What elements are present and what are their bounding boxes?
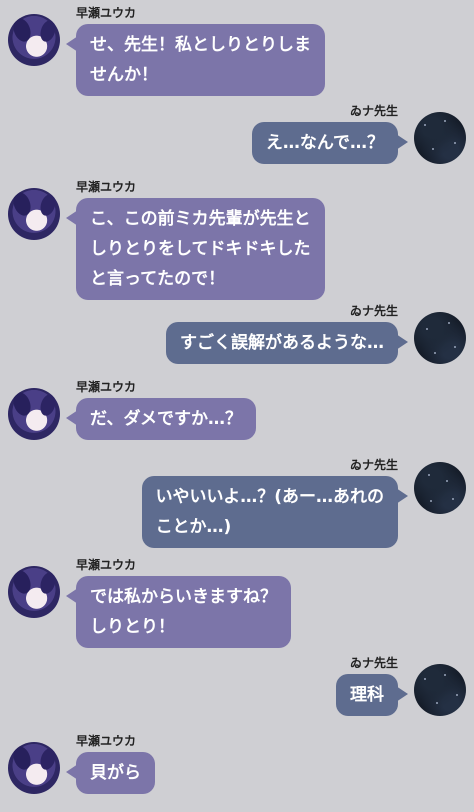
avatar-sensei[interactable] [414, 664, 466, 716]
message-line: 理科 [350, 685, 384, 705]
avatar-sensei[interactable] [414, 112, 466, 164]
avatar-yuuka[interactable] [8, 188, 60, 240]
avatar-sensei[interactable] [414, 462, 466, 514]
sender-name: ゐナ先生 [349, 458, 398, 472]
message-line: こ、この前ミカ先輩が先生と [90, 209, 311, 229]
sender-name: ゐナ先生 [349, 304, 398, 318]
message-line: しりとり！ [90, 617, 175, 637]
sender-name: 早瀬ユウカ [76, 180, 137, 194]
sender-name: 早瀬ユウカ [76, 558, 137, 572]
message-line: いやいいよ…？(あー…あれの [155, 487, 384, 507]
avatar-yuuka[interactable] [8, 742, 60, 794]
avatar-yuuka[interactable] [8, 388, 60, 440]
message-line: すごく誤解があるような… [180, 333, 384, 353]
message-line: 貝がら [90, 763, 141, 783]
chat-bubble-left[interactable]: こ、この前ミカ先輩が先生と しりとりをしてドキドキした と言ってたので！ [66, 198, 325, 300]
chat-bubble-left[interactable]: だ、ダメですか…？ [66, 398, 256, 440]
chat-bubble-right[interactable]: いやいいよ…？(あー…あれの ことか…) [141, 476, 409, 548]
message-line: せ、先生！私としりとりしま [90, 35, 311, 55]
chat-bubble-left[interactable]: では私からいきますね？ しりとり！ [66, 576, 291, 648]
sender-name: ゐナ先生 [349, 656, 398, 670]
sender-name: 早瀬ユウカ [76, 734, 137, 748]
sender-name: 早瀬ユウカ [76, 380, 137, 394]
chat-bubble-right[interactable]: 理科 [336, 674, 408, 716]
avatar-yuuka[interactable] [8, 566, 60, 618]
chat-bubble-left[interactable]: 貝がら [66, 752, 155, 794]
message-line: と言ってたので！ [90, 269, 226, 289]
message-line: だ、ダメですか…？ [90, 409, 242, 429]
message-line: え…なんで…？ [265, 133, 384, 153]
avatar-yuuka[interactable] [8, 14, 60, 66]
message-line: しりとりをしてドキドキした [90, 239, 311, 259]
sender-name: 早瀬ユウカ [76, 6, 137, 20]
message-line: ことか…) [155, 517, 232, 537]
chat-bubble-left[interactable]: せ、先生！私としりとりしま せんか！ [66, 24, 325, 96]
avatar-sensei[interactable] [414, 312, 466, 364]
sender-name: ゐナ先生 [349, 104, 398, 118]
message-line: では私からいきますね？ [90, 587, 277, 607]
message-line: せんか！ [90, 65, 158, 85]
chat-bubble-right[interactable]: すごく誤解があるような… [166, 322, 408, 364]
chat-bubble-right[interactable]: え…なんで…？ [251, 122, 409, 164]
